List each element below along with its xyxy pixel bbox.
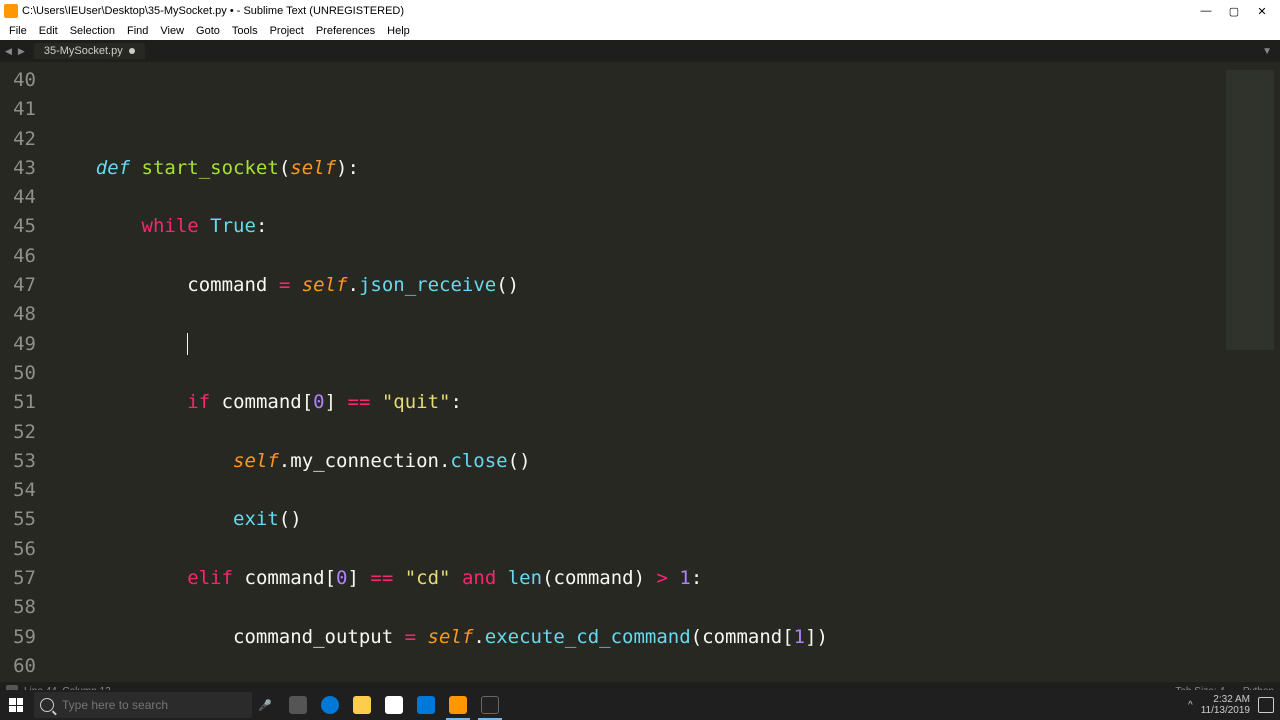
taskbar-apps [282, 690, 506, 720]
system-tray: ^ 2:32 AM 11/13/2019 [1188, 694, 1280, 716]
tab-dropdown-icon[interactable]: ▼ [1254, 46, 1280, 57]
menu-help[interactable]: Help [382, 25, 415, 37]
close-button[interactable]: ✕ [1248, 1, 1276, 21]
menu-find[interactable]: Find [122, 25, 153, 37]
menu-preferences[interactable]: Preferences [311, 25, 380, 37]
tray-up-icon[interactable]: ^ [1188, 700, 1193, 711]
maximize-button[interactable]: ▢ [1220, 1, 1248, 21]
store-app[interactable] [378, 690, 410, 720]
menu-selection[interactable]: Selection [65, 25, 120, 37]
cortana-mic-icon[interactable]: 🎤 [252, 699, 278, 712]
clock[interactable]: 2:32 AM 11/13/2019 [1201, 694, 1250, 716]
menu-view[interactable]: View [155, 25, 189, 37]
search-box[interactable] [34, 692, 252, 718]
start-button[interactable] [0, 690, 32, 720]
tab-nav: ◀ ▶ [0, 46, 30, 57]
menu-edit[interactable]: Edit [34, 25, 63, 37]
explorer-app[interactable] [346, 690, 378, 720]
notifications-icon[interactable] [1258, 697, 1274, 713]
sublime-app[interactable] [442, 690, 474, 720]
minimap-content [1226, 70, 1274, 350]
edge-app[interactable] [314, 690, 346, 720]
cmd-app[interactable] [474, 690, 506, 720]
tab-label: 35-MySocket.py [44, 45, 123, 57]
editor-area[interactable]: 40 41 42 43 44 45 46 47 48 49 50 51 52 5… [0, 62, 1280, 682]
tab-bar: ◀ ▶ 35-MySocket.py ▼ [0, 40, 1280, 62]
menu-goto[interactable]: Goto [191, 25, 225, 37]
task-view-button[interactable] [282, 690, 314, 720]
mail-app[interactable] [410, 690, 442, 720]
menu-project[interactable]: Project [265, 25, 309, 37]
menu-file[interactable]: File [4, 25, 32, 37]
menu-bar: File Edit Selection Find View Goto Tools… [0, 22, 1280, 40]
tab-next-icon[interactable]: ▶ [15, 46, 28, 57]
window-title: C:\Users\IEUser\Desktop\35-MySocket.py •… [22, 5, 404, 17]
search-input[interactable] [62, 698, 246, 712]
minimize-button[interactable]: — [1192, 1, 1220, 21]
code-content[interactable]: def start_socket(self): while True: comm… [44, 62, 1220, 682]
tab-file[interactable]: 35-MySocket.py [34, 43, 145, 59]
minimap[interactable] [1220, 62, 1280, 682]
text-cursor [187, 333, 188, 355]
app-icon [4, 4, 18, 18]
window-controls: — ▢ ✕ [1192, 1, 1276, 21]
search-icon [40, 698, 54, 712]
dirty-indicator-icon [129, 48, 135, 54]
menu-tools[interactable]: Tools [227, 25, 263, 37]
window-title-bar: C:\Users\IEUser\Desktop\35-MySocket.py •… [0, 0, 1280, 22]
windows-icon [9, 698, 23, 712]
taskbar: 🎤 ^ 2:32 AM 11/13/2019 [0, 690, 1280, 720]
tab-prev-icon[interactable]: ◀ [2, 46, 15, 57]
line-gutter: 40 41 42 43 44 45 46 47 48 49 50 51 52 5… [0, 62, 44, 682]
